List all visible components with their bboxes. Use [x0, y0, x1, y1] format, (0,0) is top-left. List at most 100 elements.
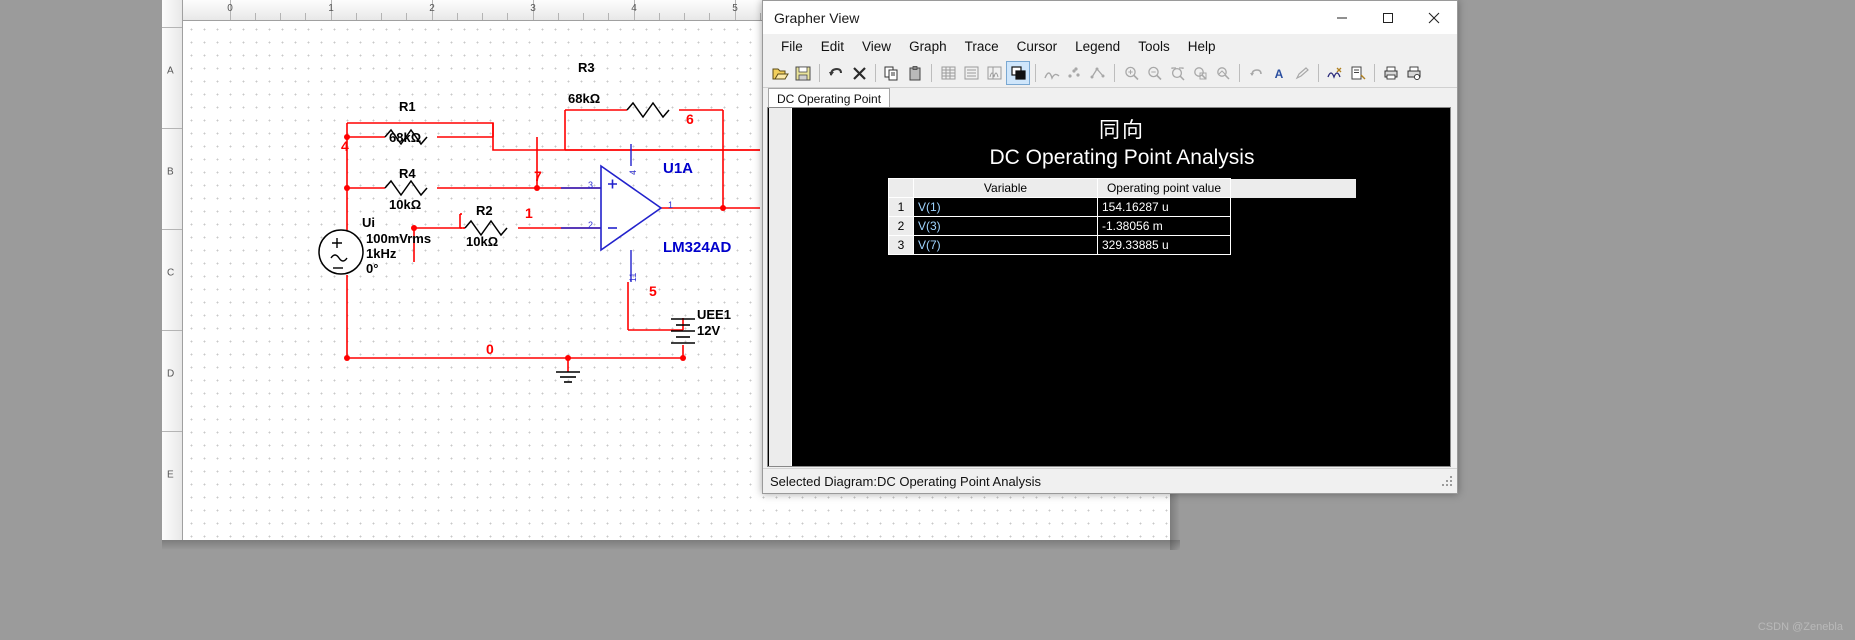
pin-label-11: 11 [628, 272, 638, 282]
print-icon[interactable] [1380, 62, 1402, 84]
toolbar-separator [819, 64, 820, 82]
toolbar-separator [1035, 64, 1036, 82]
menu-legend[interactable]: Legend [1066, 36, 1129, 57]
row-value: -1.38056 m [1097, 216, 1231, 236]
row-index: 1 [888, 197, 914, 217]
net-label-4: 4 [341, 138, 349, 154]
properties-icon[interactable] [1324, 62, 1346, 84]
paste-icon[interactable] [904, 62, 926, 84]
save-icon[interactable] [792, 62, 814, 84]
menu-tools[interactable]: Tools [1129, 36, 1179, 57]
row-index: 2 [888, 216, 914, 236]
copy-icon[interactable] [881, 62, 903, 84]
row-pad [1230, 197, 1356, 217]
toolbar-separator [1239, 64, 1240, 82]
label-r2-ref: R2 [476, 203, 493, 218]
pin-label-4: 4 [628, 169, 638, 175]
label-opamp-part: LM324AD [663, 239, 732, 256]
tab-strip: DC Operating Point [763, 88, 1457, 109]
text-icon[interactable]: A [1268, 62, 1290, 84]
minimize-button[interactable] [1319, 1, 1365, 34]
close-button[interactable] [1411, 1, 1457, 34]
cursors-icon[interactable] [983, 62, 1005, 84]
label-r3-ref: R3 [578, 60, 595, 75]
menu-trace[interactable]: Trace [956, 36, 1008, 57]
net-label-7: 7 [534, 168, 542, 184]
row-value: 154.16287 u [1097, 197, 1231, 217]
window-title-bar[interactable]: Grapher View [763, 1, 1457, 34]
open-folder-icon[interactable] [769, 62, 791, 84]
tab-dc-operating-point[interactable]: DC Operating Point [768, 88, 891, 109]
table-header-row: Variable Operating point value [888, 178, 1356, 198]
menu-view[interactable]: View [853, 36, 900, 57]
menu-help[interactable]: Help [1179, 36, 1225, 57]
undo-zoom-icon[interactable] [1245, 62, 1267, 84]
label-r1-ref: R1 [399, 99, 416, 114]
row-pad [1230, 216, 1356, 236]
toolbar-separator [931, 64, 932, 82]
menu-graph[interactable]: Graph [900, 36, 956, 57]
graph-left-margin [768, 108, 792, 466]
net-label-5: 5 [649, 283, 657, 299]
column-header-index [888, 178, 914, 198]
toolbar-separator [1114, 64, 1115, 82]
resize-grip[interactable] [1440, 474, 1454, 488]
net-label-0: 0 [486, 341, 494, 357]
legend-icon[interactable] [960, 62, 982, 84]
trace-points-icon[interactable] [1064, 62, 1086, 84]
toolbar-separator [1318, 64, 1319, 82]
maximize-button[interactable] [1365, 1, 1411, 34]
label-r2-value: 10kΩ [466, 234, 499, 249]
toolbar-separator [1374, 64, 1375, 82]
label-r4-ref: R4 [399, 166, 416, 181]
menu-file[interactable]: File [772, 36, 812, 57]
zoom-fit-icon[interactable] [1212, 62, 1234, 84]
undo-icon[interactable] [825, 62, 847, 84]
row-pad [1230, 235, 1356, 255]
column-header-pad [1230, 178, 1356, 198]
zoom-out-icon[interactable] [1143, 62, 1165, 84]
graph-row-gutter [769, 108, 791, 466]
label-source-frequency: 1kHz [366, 246, 397, 261]
table-row[interactable]: 3 V(7) 329.33885 u [888, 235, 1356, 255]
watermark: CSDN @Zenebla [1757, 621, 1843, 633]
status-bar: Selected Diagram:DC Operating Point Anal… [763, 468, 1457, 493]
label-source-phase: 0° [366, 261, 379, 276]
label-source-amplitude: 100mVrms [366, 231, 432, 246]
pencil-icon[interactable] [1291, 62, 1313, 84]
menu-cursor[interactable]: Cursor [1008, 36, 1067, 57]
label-r1-value: 68kΩ [389, 130, 422, 145]
row-variable: V(7) [913, 235, 1098, 255]
zoom-in-icon[interactable] [1120, 62, 1142, 84]
menu-bar: File Edit View Graph Trace Cursor Legend… [763, 34, 1457, 59]
toolbar: A [763, 59, 1457, 88]
grapher-view-window: Grapher View File Edit View Graph Trace … [762, 0, 1458, 494]
select-layer-icon[interactable] [1006, 61, 1030, 85]
trace-curve-icon[interactable] [1041, 62, 1063, 84]
row-value: 329.33885 u [1097, 235, 1231, 255]
table-row[interactable]: 2 V(3) -1.38056 m [888, 216, 1356, 236]
table-row[interactable]: 1 V(1) 154.16287 u [888, 197, 1356, 217]
pin-label-2: 2 [588, 220, 594, 230]
trace-points-line-icon[interactable] [1087, 62, 1109, 84]
chart-title: DC Operating Point Analysis [989, 146, 1255, 169]
graph-content: 同向 DC Operating Point Analysis Variable … [794, 108, 1450, 466]
page-properties-icon[interactable] [1347, 62, 1369, 84]
print-preview-icon[interactable] [1403, 62, 1425, 84]
zoom-restore-icon[interactable] [1189, 62, 1211, 84]
menu-edit[interactable]: Edit [812, 36, 853, 57]
net-label-1: 1 [525, 205, 533, 221]
row-variable: V(1) [913, 197, 1098, 217]
graph-display-area[interactable]: 同向 DC Operating Point Analysis Variable … [767, 107, 1451, 467]
column-header-variable: Variable [913, 178, 1098, 198]
zoom-region-icon[interactable] [1166, 62, 1188, 84]
window-title: Grapher View [774, 9, 860, 26]
grid-icon[interactable] [937, 62, 959, 84]
label-battery-ref: UEE1 [697, 307, 731, 322]
label-opamp-ref: U1A [663, 160, 694, 177]
row-index: 3 [888, 235, 914, 255]
operating-point-table: Variable Operating point value 1 V(1) 15… [888, 178, 1356, 255]
row-variable: V(3) [913, 216, 1098, 236]
net-label-6: 6 [686, 111, 694, 127]
delete-x-icon[interactable] [848, 62, 870, 84]
